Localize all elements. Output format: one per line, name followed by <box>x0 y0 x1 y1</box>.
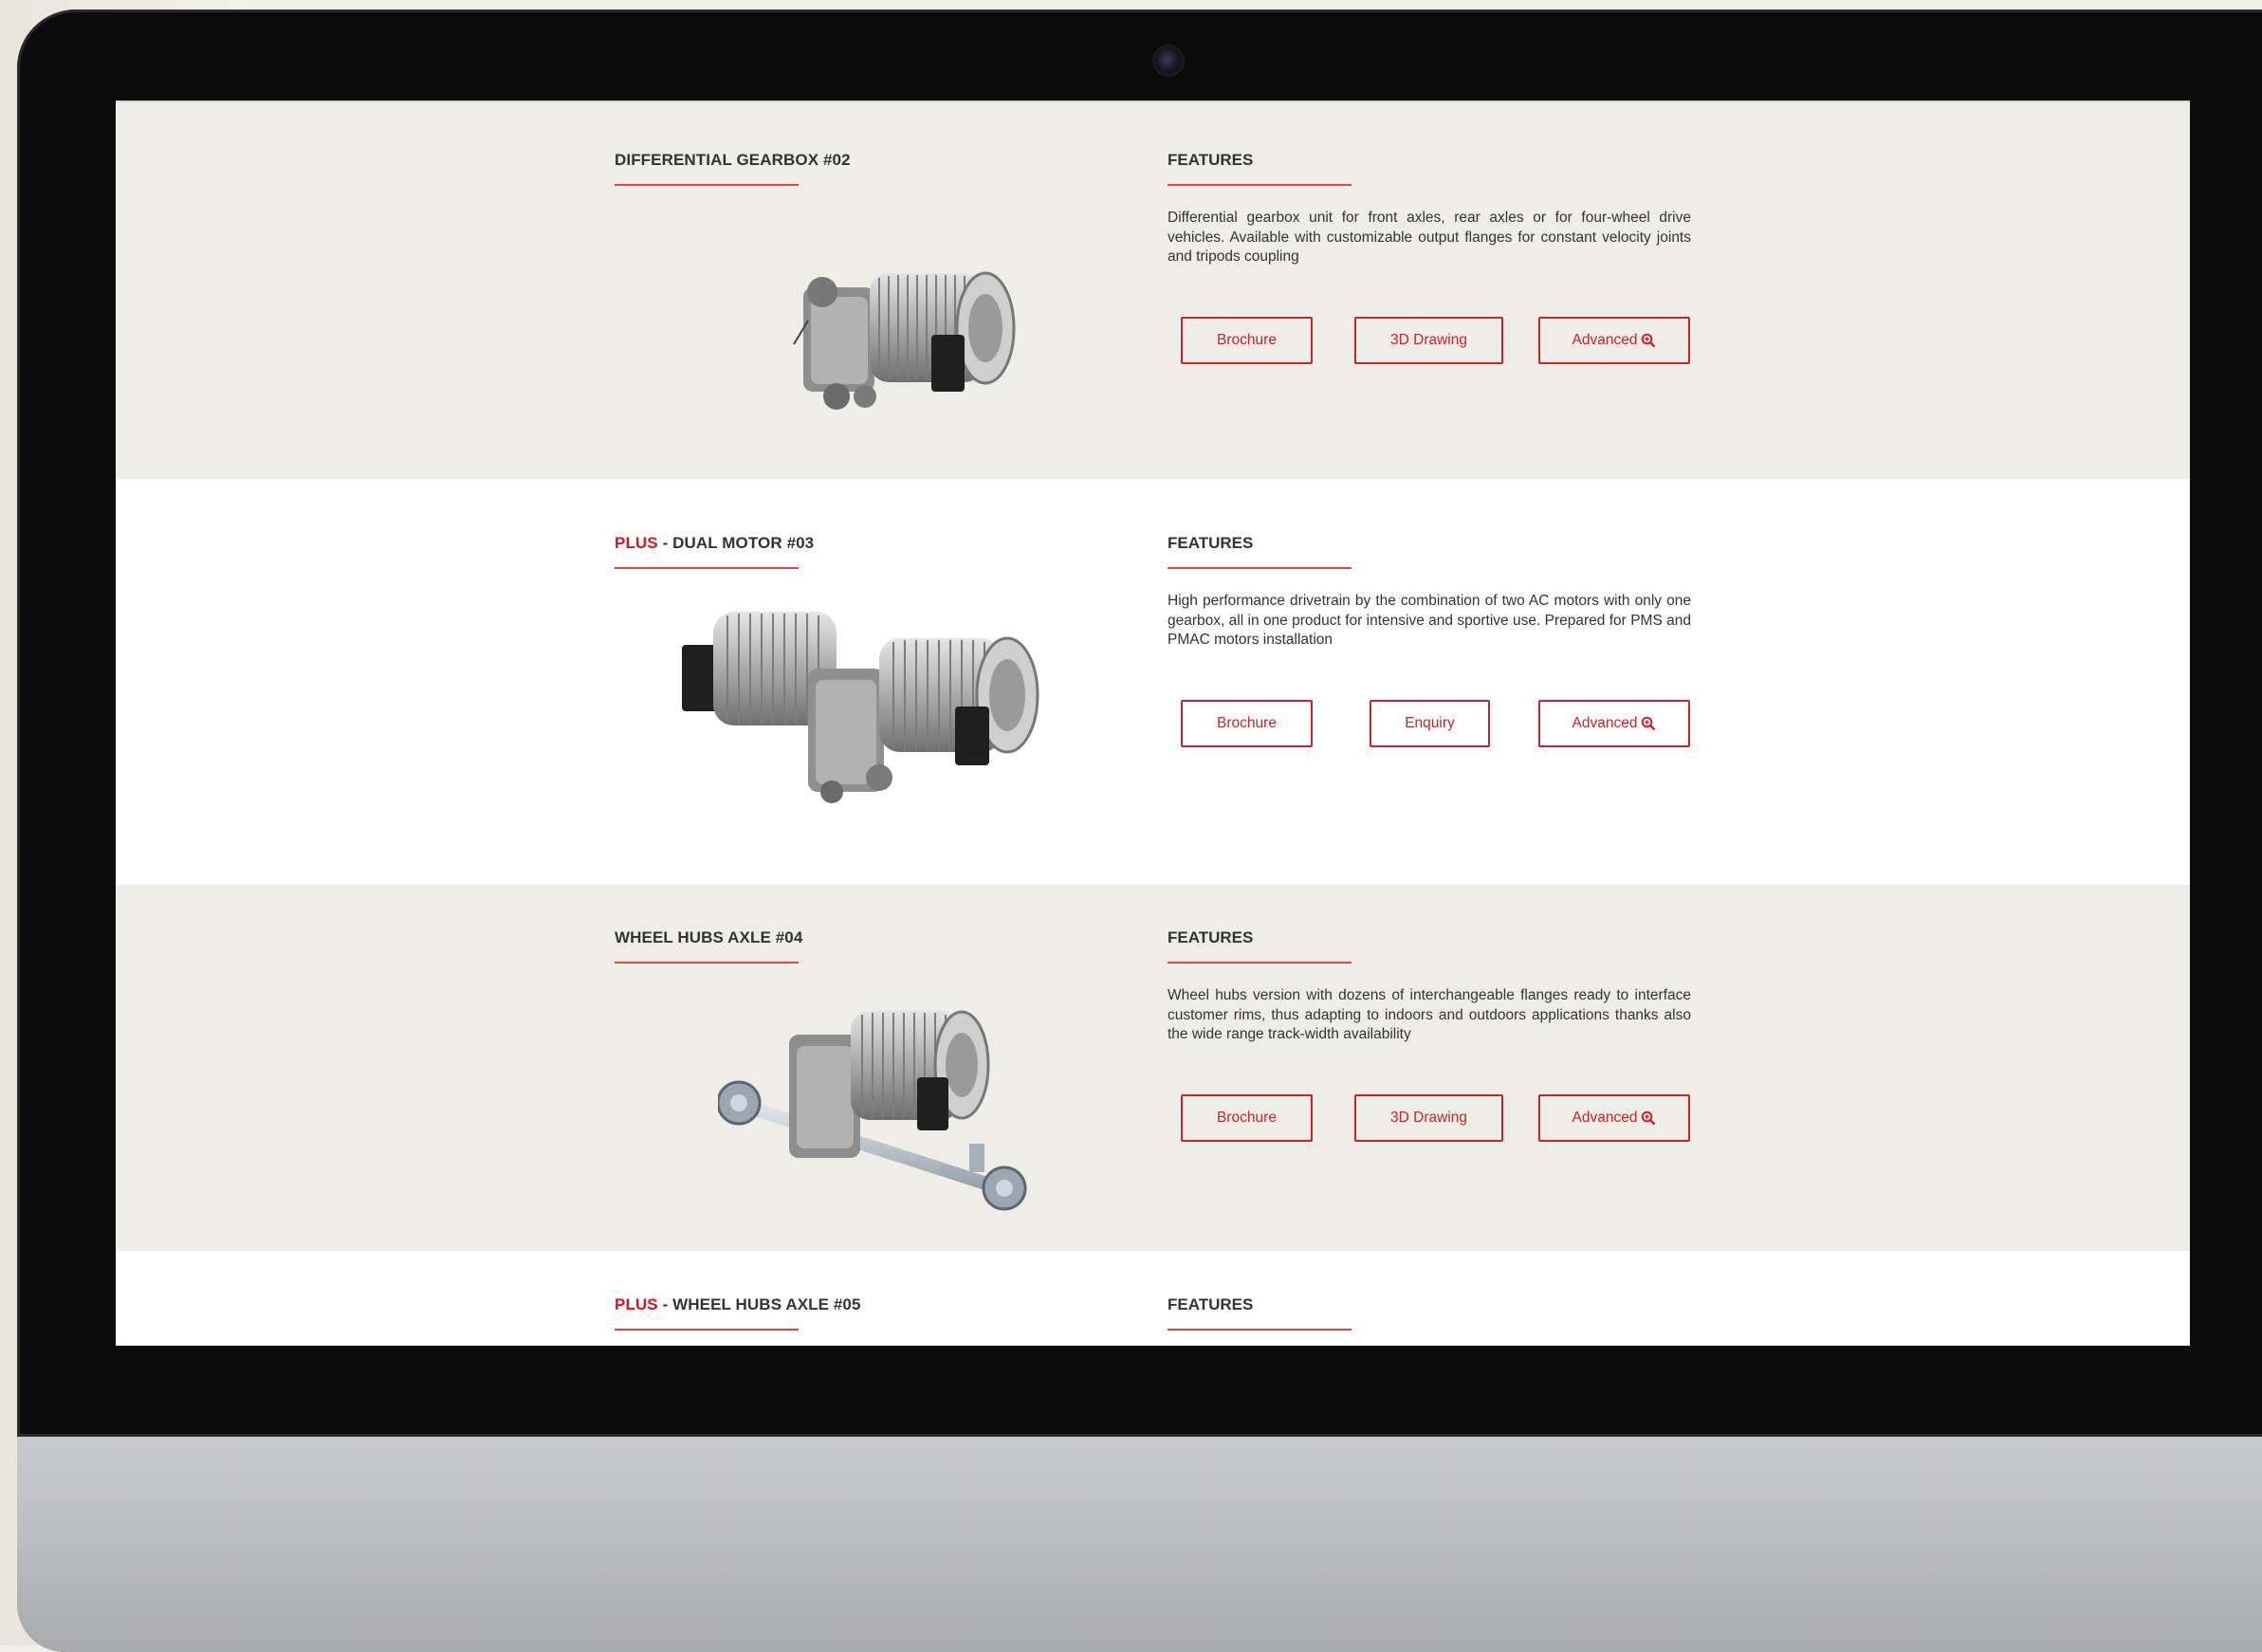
product-image-wheel-hubs-axle <box>718 1010 1027 1211</box>
webcam-icon <box>1155 47 1182 74</box>
features-underline <box>1168 184 1352 186</box>
zoom-in-icon <box>1642 716 1656 731</box>
features-heading: FEATURES <box>1168 1295 1254 1313</box>
3d-drawing-button[interactable]: 3D Drawing <box>1354 1094 1503 1142</box>
product-section-02: DIFFERENTIAL GEARBOX #02 FEATURES Differ… <box>116 102 2190 479</box>
advanced-button[interactable]: Advanced <box>1538 1094 1690 1142</box>
features-heading: FEATURES <box>1168 534 1254 552</box>
features-underline <box>1168 567 1352 569</box>
product-image-dual-motor <box>682 612 1039 803</box>
features-heading: FEATURES <box>1168 928 1254 946</box>
zoom-in-icon <box>1642 333 1656 348</box>
title-prefix: PLUS <box>615 1295 658 1313</box>
advanced-button[interactable]: Advanced <box>1538 317 1690 364</box>
title-name: - WHEEL HUBS AXLE #05 <box>657 1295 861 1313</box>
title-name: DIFFERENTIAL GEARBOX #02 <box>615 151 851 169</box>
brochure-label: Brochure <box>1217 715 1277 731</box>
advanced-label: Advanced <box>1572 1110 1638 1126</box>
monitor-chin <box>17 1434 2262 1652</box>
zoom-in-icon <box>1642 1111 1656 1126</box>
brochure-button[interactable]: Brochure <box>1181 1094 1313 1142</box>
brochure-label: Brochure <box>1217 332 1277 348</box>
product-description: Wheel hubs version with dozens of interc… <box>1168 987 1691 1042</box>
3d-drawing-label: 3D Drawing <box>1390 332 1467 348</box>
brochure-button[interactable]: Brochure <box>1181 317 1313 364</box>
title-underline <box>615 567 799 569</box>
title-name: - DUAL MOTOR #03 <box>657 534 815 552</box>
product-title: WHEEL HUBS AXLE #04 <box>615 928 802 947</box>
product-title: PLUS - DUAL MOTOR #03 <box>615 534 814 553</box>
advanced-label: Advanced <box>1572 715 1638 731</box>
title-underline <box>615 1329 799 1331</box>
brochure-button[interactable]: Brochure <box>1181 700 1313 747</box>
brochure-label: Brochure <box>1217 1110 1277 1126</box>
product-section-05: PLUS - WHEEL HUBS AXLE #05 FEATURES <box>116 1251 2190 1346</box>
product-section-03: PLUS - DUAL MOTOR #03 FEATURES High perf… <box>116 479 2190 885</box>
enquiry-label: Enquiry <box>1405 715 1455 731</box>
3d-drawing-label: 3D Drawing <box>1390 1110 1467 1126</box>
product-title: PLUS - WHEEL HUBS AXLE #05 <box>615 1295 861 1314</box>
product-title: DIFFERENTIAL GEARBOX #02 <box>615 151 851 170</box>
product-image-differential-gearbox <box>793 271 1016 410</box>
advanced-button[interactable]: Advanced <box>1538 700 1690 747</box>
features-heading: FEATURES <box>1168 151 1254 169</box>
features-underline <box>1168 962 1352 964</box>
screen: DIFFERENTIAL GEARBOX #02 FEATURES Differ… <box>116 101 2190 1346</box>
3d-drawing-button[interactable]: 3D Drawing <box>1354 317 1503 364</box>
title-underline <box>615 962 799 964</box>
product-description: Differential gearbox unit for front axle… <box>1168 210 1691 265</box>
title-name: WHEEL HUBS AXLE #04 <box>615 928 803 946</box>
enquiry-button[interactable]: Enquiry <box>1370 700 1490 747</box>
title-underline <box>615 184 799 186</box>
features-underline <box>1168 1329 1352 1331</box>
advanced-label: Advanced <box>1572 332 1638 348</box>
product-section-04: WHEEL HUBS AXLE #04 FEATURES Wheel hubs … <box>116 885 2190 1251</box>
title-prefix: PLUS <box>615 534 658 552</box>
product-description: High performance drivetrain by the combi… <box>1168 593 1691 648</box>
